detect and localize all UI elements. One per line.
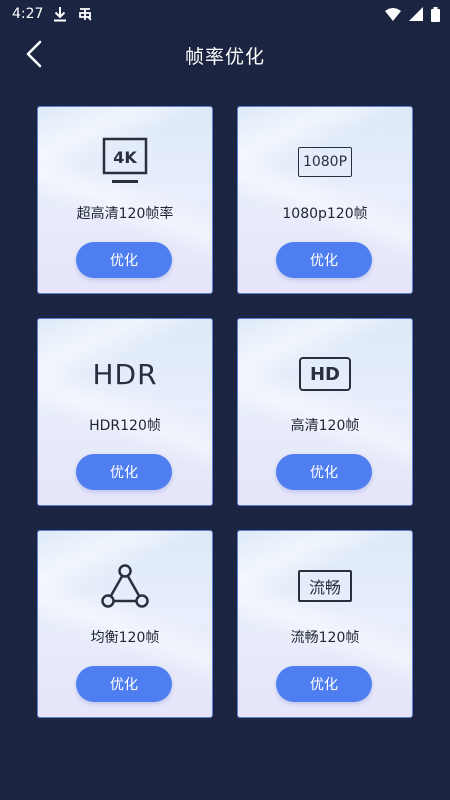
screen: 4:27 帧率优化 4K 超高清120帧率 优化 1080P 1080p120帧… <box>0 0 450 800</box>
hd-icon: HD <box>238 347 412 401</box>
svg-text:4K: 4K <box>113 148 137 167</box>
hdr-icon: HDR <box>92 357 158 391</box>
battery-icon <box>431 6 440 22</box>
optimize-button-hd[interactable]: 优化 <box>276 454 372 490</box>
card-label: 高清120帧 <box>290 418 360 434</box>
card-hdr: HDR HDR120帧 优化 <box>37 318 213 506</box>
optimize-button-smooth[interactable]: 优化 <box>276 666 372 702</box>
1080p-icon: 1080P <box>238 135 412 189</box>
card-label: 均衡120帧 <box>90 630 160 646</box>
page-title: 帧率优化 <box>184 46 265 68</box>
status-bar: 4:27 <box>0 0 450 28</box>
bug-icon <box>77 6 93 22</box>
card-uhd-4k: 4K 超高清120帧率 优化 <box>37 106 213 294</box>
download-icon <box>53 6 67 22</box>
status-time: 4:27 <box>12 6 44 22</box>
card-hd: HD 高清120帧 优化 <box>237 318 413 506</box>
wifi-icon <box>385 7 401 21</box>
card-1080p: 1080P 1080p120帧 优化 <box>237 106 413 294</box>
optimize-button-balanced[interactable]: 优化 <box>76 666 172 702</box>
card-label: 流畅120帧 <box>290 630 360 646</box>
smooth-icon: 流畅 <box>238 559 412 613</box>
card-label: HDR120帧 <box>89 418 161 434</box>
optimize-button-uhd[interactable]: 优化 <box>76 242 172 278</box>
card-label: 超高清120帧率 <box>76 206 174 222</box>
card-smooth: 流畅 流畅120帧 优化 <box>237 530 413 718</box>
card-balanced: 均衡120帧 优化 <box>37 530 213 718</box>
optimize-button-1080p[interactable]: 优化 <box>276 242 372 278</box>
balance-triangle-icon <box>38 559 212 613</box>
signal-icon <box>409 7 423 21</box>
card-label: 1080p120帧 <box>282 206 368 222</box>
optimize-button-hdr[interactable]: 优化 <box>76 454 172 490</box>
4k-monitor-icon: 4K <box>38 135 212 189</box>
header: 帧率优化 <box>0 28 450 84</box>
